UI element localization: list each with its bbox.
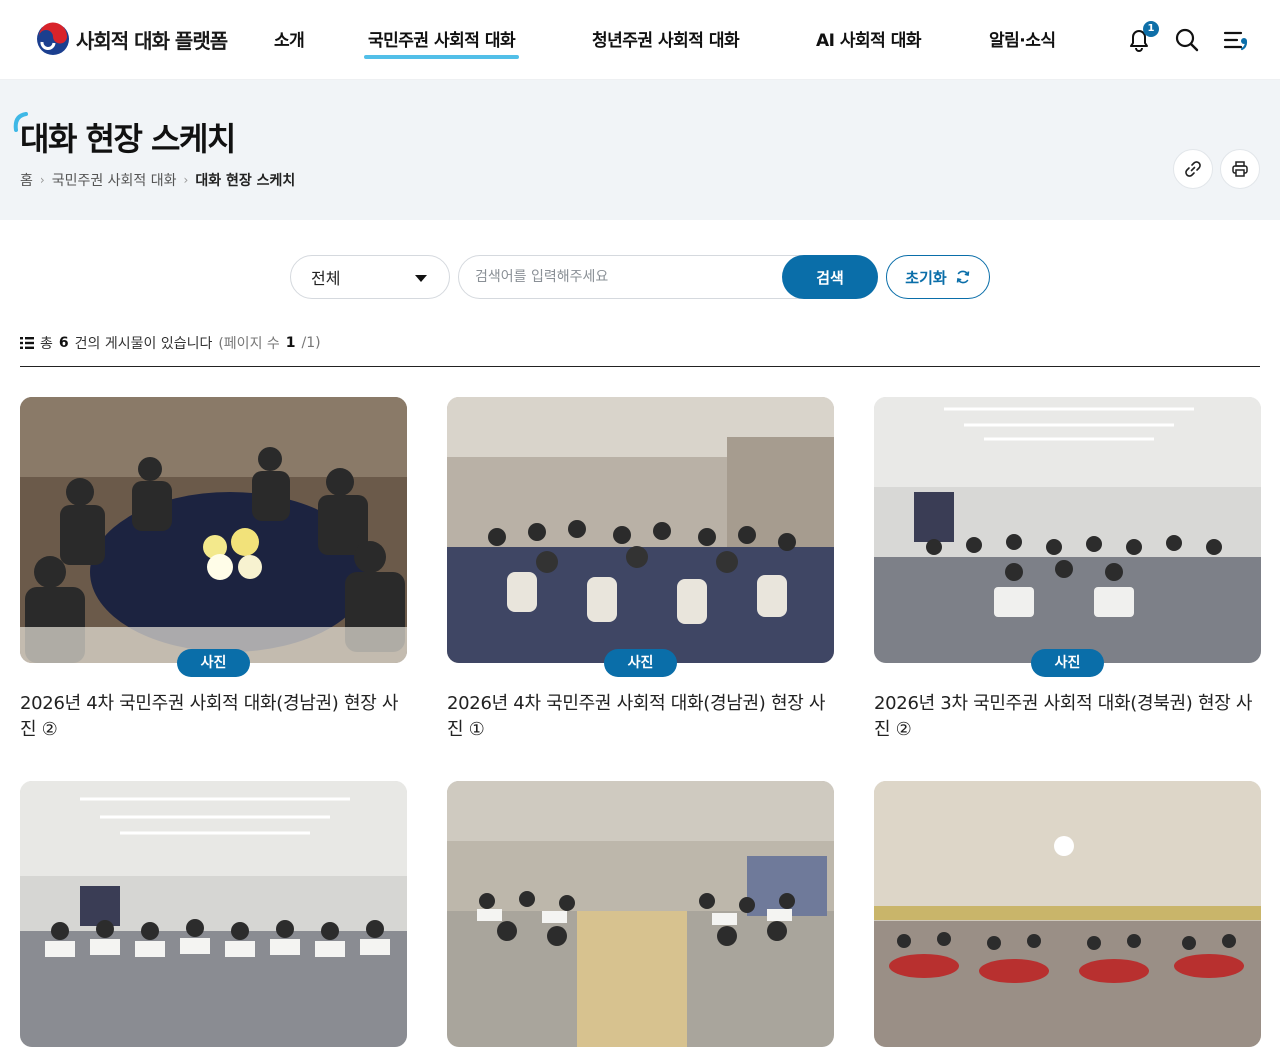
link-icon bbox=[1185, 161, 1201, 177]
breadcrumb-home[interactable]: 홈 bbox=[20, 170, 33, 190]
category-badge: 사진 bbox=[177, 649, 250, 677]
gallery-card[interactable] bbox=[874, 781, 1261, 1047]
nav-item-news[interactable]: 알림·소식 bbox=[989, 26, 1056, 51]
breadcrumb: 홈 › 국민주권 사회적 대화 › 대화 현장 스케치 bbox=[20, 170, 295, 190]
page-title: 대화 현장 스케치 bbox=[20, 120, 236, 158]
gallery-card[interactable]: 사진 2026년 4차 국민주권 사회적 대화(경남권) 현장 사진 ① bbox=[447, 397, 834, 740]
gallery-card[interactable]: 사진 2026년 4차 국민주권 사회적 대화(경남권) 현장 사진 ② bbox=[20, 397, 407, 740]
card-thumbnail[interactable] bbox=[20, 397, 407, 663]
search-input[interactable] bbox=[475, 256, 775, 298]
list-divider bbox=[20, 366, 1260, 367]
gallery-card[interactable] bbox=[447, 781, 834, 1047]
page-current: 1 bbox=[285, 335, 296, 351]
chevron-right-icon: › bbox=[183, 173, 189, 187]
summary-prefix: 총 bbox=[40, 336, 53, 352]
gallery-card[interactable] bbox=[20, 781, 407, 1047]
nav-item-youth-dialogue[interactable]: 청년주권 사회적 대화 bbox=[592, 26, 740, 51]
caret-down-icon bbox=[415, 275, 427, 282]
nav-item-national-dialogue[interactable]: 국민주권 사회적 대화 bbox=[363, 26, 520, 59]
event-photo-image bbox=[874, 781, 1261, 1047]
list-icon bbox=[20, 337, 34, 349]
chevron-right-icon: › bbox=[39, 173, 45, 187]
page-title-band: 대화 현장 스케치 홈 › 국민주권 사회적 대화 › 대화 현장 스케치 bbox=[0, 80, 1280, 220]
total-count: 6 bbox=[58, 335, 69, 351]
event-photo-image bbox=[20, 781, 407, 1047]
reset-button[interactable]: 초기화 bbox=[886, 255, 990, 299]
breadcrumb-current: 대화 현장 스케치 bbox=[195, 173, 296, 189]
page-total: /1) bbox=[301, 335, 321, 351]
print-button[interactable] bbox=[1220, 149, 1260, 189]
card-thumbnail[interactable] bbox=[874, 781, 1261, 1047]
category-select[interactable]: 전체 bbox=[290, 255, 450, 299]
result-summary: 총 6 건의 게시물이 있습니다 (페이지 수 1 /1) bbox=[20, 333, 321, 353]
card-thumbnail[interactable] bbox=[447, 781, 834, 1047]
card-title[interactable]: 2026년 3차 국민주권 사회적 대화(경북권) 현장 사진 ② bbox=[874, 691, 1261, 743]
card-title[interactable]: 2026년 4차 국민주권 사회적 대화(경남권) 현장 사진 ② bbox=[20, 691, 407, 743]
menu-button[interactable] bbox=[1222, 26, 1250, 54]
main-navigation: 소개 국민주권 사회적 대화 청년주권 사회적 대화 AI 사회적 대화 알림·… bbox=[0, 26, 1280, 59]
card-thumbnail[interactable] bbox=[20, 781, 407, 1047]
nav-item-ai-dialogue[interactable]: AI 사회적 대화 bbox=[816, 26, 922, 51]
site-header: 사회적 대화 플랫폼 소개 국민주권 사회적 대화 청년주권 사회적 대화 AI… bbox=[0, 0, 1280, 80]
nav-item-intro[interactable]: 소개 bbox=[274, 26, 305, 51]
category-badge: 사진 bbox=[1031, 649, 1104, 677]
search-button[interactable] bbox=[1173, 26, 1201, 54]
card-thumbnail[interactable] bbox=[874, 397, 1261, 663]
category-select-value: 전체 bbox=[311, 269, 341, 288]
event-photo-image bbox=[874, 397, 1261, 663]
search-submit-button[interactable]: 검색 bbox=[782, 255, 878, 299]
card-thumbnail[interactable] bbox=[447, 397, 834, 663]
card-title[interactable]: 2026년 4차 국민주권 사회적 대화(경남권) 현장 사진 ① bbox=[447, 691, 834, 743]
category-badge: 사진 bbox=[604, 649, 677, 677]
notification-button[interactable]: 1 bbox=[1125, 21, 1159, 54]
gallery-card[interactable]: 사진 2026년 3차 국민주권 사회적 대화(경북권) 현장 사진 ② bbox=[874, 397, 1261, 740]
notification-badge: 1 bbox=[1143, 21, 1159, 37]
reset-button-label: 초기화 bbox=[905, 268, 947, 287]
event-photo-image bbox=[447, 781, 834, 1047]
breadcrumb-section[interactable]: 국민주권 사회적 대화 bbox=[52, 170, 177, 190]
copy-link-button[interactable] bbox=[1173, 149, 1213, 189]
event-photo-image bbox=[20, 397, 407, 663]
event-photo-image bbox=[447, 397, 834, 663]
page-info-prefix: (페이지 수 bbox=[218, 336, 280, 352]
printer-icon bbox=[1232, 161, 1248, 177]
refresh-icon bbox=[956, 270, 969, 284]
search-icon bbox=[1175, 28, 1199, 52]
summary-suffix: 건의 게시물이 있습니다 bbox=[74, 336, 213, 352]
menu-icon bbox=[1223, 31, 1248, 51]
